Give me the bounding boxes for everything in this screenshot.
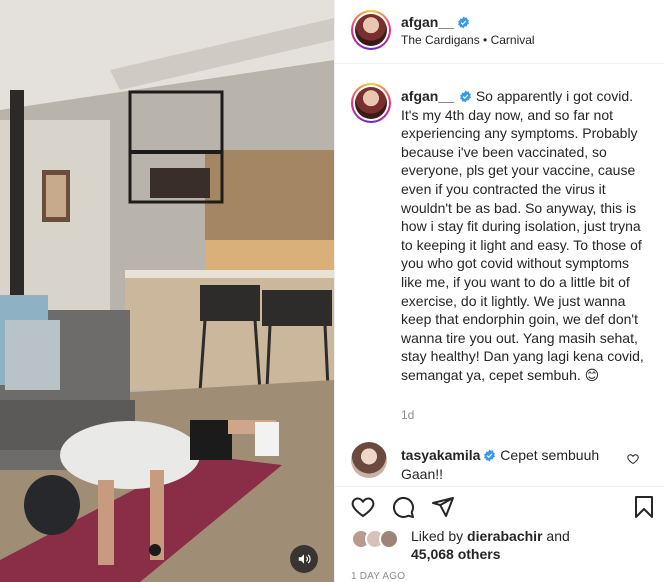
verified-badge-icon	[458, 16, 469, 29]
caption-author-username[interactable]: afgan__	[401, 88, 454, 104]
liked-by-username[interactable]: dierabachir	[467, 528, 542, 544]
speaker-icon	[298, 554, 311, 564]
bookmark-icon[interactable]	[633, 495, 655, 519]
video-frame	[0, 0, 334, 582]
action-bar	[335, 486, 664, 526]
post-video[interactable]	[0, 0, 334, 582]
comments-section: afgan__ So apparently i got covid. It's …	[335, 65, 664, 485]
comment-item: tasyakamila Cepet sembuuh Gaan!!	[401, 446, 621, 483]
comment-like-heart-icon[interactable]	[627, 453, 639, 465]
sound-toggle-button[interactable]	[290, 545, 318, 573]
post-caption: afgan__ So apparently i got covid. It's …	[401, 87, 651, 385]
liker-avatar	[379, 529, 399, 549]
post-date[interactable]: 1 DAY AGO	[351, 571, 405, 582]
verified-badge-icon	[484, 449, 496, 462]
audio-track-link[interactable]: The Cardigans • Carnival	[401, 33, 535, 47]
author-username-row[interactable]: afgan__	[401, 14, 470, 30]
likes-text: Liked by dierabachir and 45,068 others	[411, 527, 570, 563]
liker-avatars[interactable]	[351, 529, 405, 549]
likes-prefix: Liked by	[411, 528, 464, 544]
caption-author-avatar[interactable]	[351, 83, 391, 123]
post-header: afgan__ The Cardigans • Carnival	[335, 0, 664, 64]
author-username[interactable]: afgan__	[401, 14, 454, 30]
comment-icon[interactable]	[391, 495, 415, 519]
commenter-avatar[interactable]	[351, 442, 387, 478]
caption-time-ago[interactable]: 1d	[401, 408, 414, 422]
author-avatar[interactable]	[351, 10, 391, 50]
commenter-username[interactable]: tasyakamila	[401, 447, 480, 463]
likes-count[interactable]: 45,068 others	[411, 546, 501, 562]
post-panel: afgan__ The Cardigans • Carnival afgan__…	[334, 0, 664, 582]
likes-summary: Liked by dierabachir and 45,068 others	[351, 527, 651, 563]
caption-text: So apparently i got covid. It's my 4th d…	[401, 88, 644, 383]
verified-badge-icon	[460, 90, 471, 103]
share-icon[interactable]	[431, 495, 455, 519]
heart-icon[interactable]	[351, 495, 375, 519]
likes-and: and	[546, 528, 570, 544]
